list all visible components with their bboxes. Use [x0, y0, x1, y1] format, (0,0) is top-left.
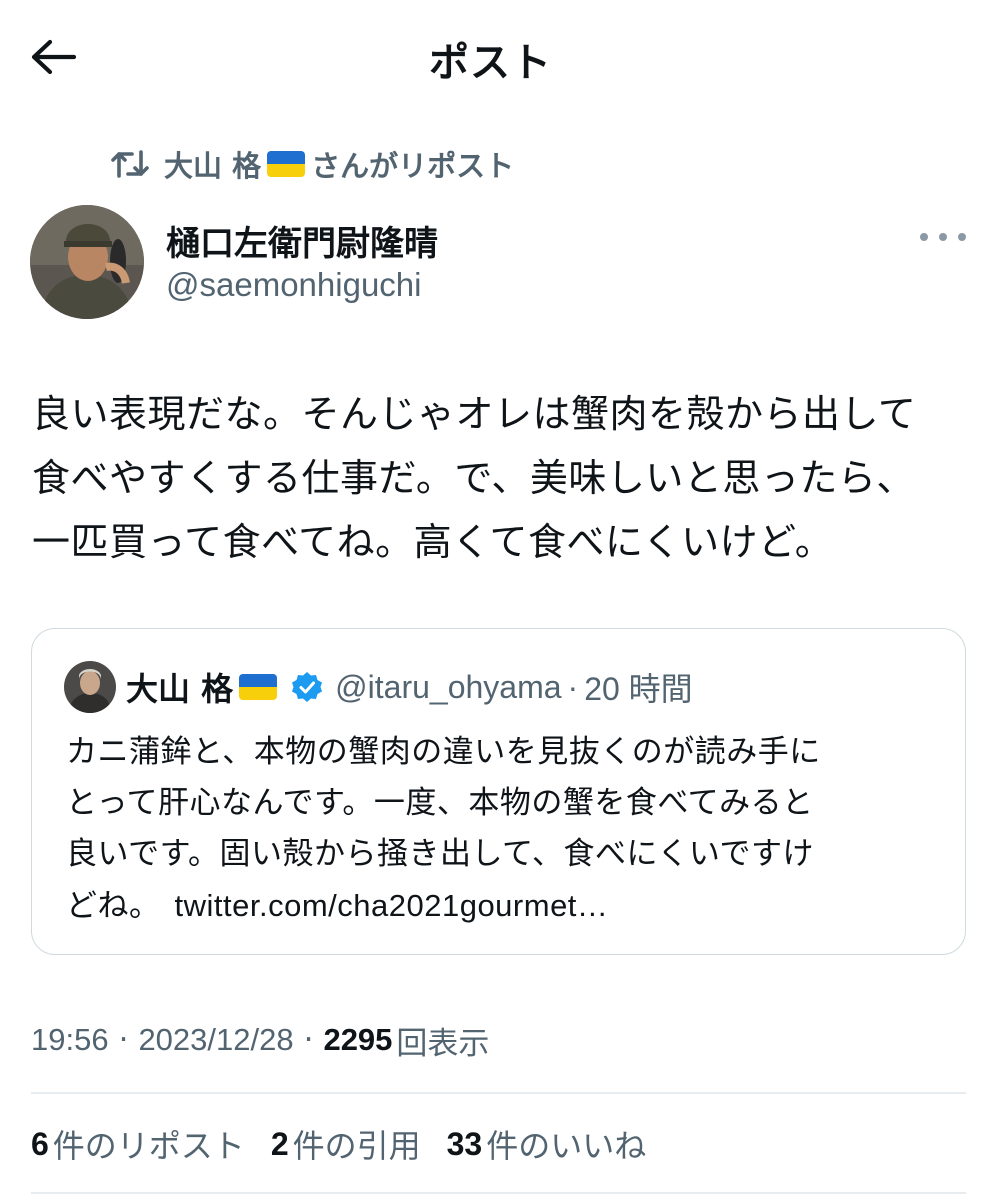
quote-text-line: とって肝心なんです。一度、本物の蟹を食べてみると — [66, 785, 814, 821]
quote-avatar — [64, 661, 116, 713]
quote-header: 大山 格 @itaru_ohyama · 20 時間 — [126, 665, 693, 709]
quotes-count: 2 — [270, 1125, 289, 1162]
quote-text-line: カニ蒲鉾と、本物の蟹肉の違いを見抜くのが読み手に — [66, 734, 821, 770]
tweet-text: 良い表現だな。そんじゃオレは蟹肉を殻から出して 食べやすくする仕事だ。で、美味し… — [32, 382, 967, 574]
engagement-stats: 6 件のリポスト 2 件の引用 33 件のいいね — [31, 1120, 672, 1168]
top-bar: ポスト — [0, 0, 981, 115]
views-label: 回表示 — [396, 1025, 490, 1062]
quote-author-handle: @itaru_ohyama — [335, 668, 562, 705]
tweet-meta: 19:56 · 2023/12/28 · 2295 回表示 — [31, 1016, 489, 1064]
divider — [31, 1192, 966, 1194]
post-date[interactable]: 2023/12/28 — [138, 1022, 293, 1058]
repost-icon — [111, 150, 149, 178]
quoted-tweet-card[interactable]: 大山 格 @itaru_ohyama · 20 時間 カニ蒲鉾と、本物の蟹肉の違… — [31, 628, 966, 955]
repost-suffix: さんがリポスト — [311, 149, 515, 183]
quote-timestamp: 20 時間 — [584, 671, 693, 707]
quote-text-line-last: どね。 twitter.com/cha2021gourmet… — [66, 880, 821, 932]
author-name[interactable]: 樋口左衛門尉隆晴 — [166, 216, 438, 265]
reposter-name: 大山 格 — [164, 149, 262, 183]
quote-text-line: 良いです。固い殻から掻き出して、食べにくいですけ — [66, 836, 814, 872]
author-handle[interactable]: @saemonhiguchi — [166, 266, 421, 304]
more-horizontal-icon — [958, 233, 966, 241]
likes-label: 件のいいね — [486, 1127, 647, 1165]
ukraine-flag-icon — [267, 151, 306, 177]
quote-avatar-photo — [64, 661, 116, 713]
tweet-text-line: 一匹買って食べてね。高くて食べにくいけど。 — [32, 520, 834, 564]
reposts-count: 6 — [31, 1125, 49, 1162]
tweet-text-line: 食べやすくする仕事だ。で、美味しいと思ったら、 — [32, 456, 915, 500]
ukraine-flag-icon — [239, 674, 278, 700]
quotes-stat[interactable]: 2 件の引用 — [271, 1121, 421, 1167]
tweet-text-line: 良い表現だな。そんじゃオレは蟹肉を殻から出して — [32, 392, 917, 436]
repost-context[interactable]: 大山 格 さんがリポスト — [110, 144, 514, 184]
verified-badge-icon — [292, 672, 323, 702]
more-horizontal-icon — [920, 233, 928, 241]
meta-separator: · — [118, 1022, 129, 1058]
reposts-stat[interactable]: 6 件のリポスト — [31, 1121, 245, 1167]
author-avatar[interactable] — [30, 205, 144, 319]
avatar-photo — [30, 205, 144, 319]
quote-text-end: どね。 — [66, 888, 161, 924]
divider — [31, 1092, 966, 1094]
reposts-label: 件のリポスト — [52, 1127, 245, 1165]
likes-count: 33 — [446, 1125, 483, 1162]
likes-stat[interactable]: 33 件のいいね — [447, 1121, 647, 1167]
post-time[interactable]: 19:56 — [31, 1022, 109, 1058]
more-horizontal-icon — [939, 233, 947, 241]
page-title: ポスト — [429, 40, 552, 86]
quote-text: カニ蒲鉾と、本物の蟹肉の違いを見抜くのが読み手に とって肝心なんです。一度、本物… — [66, 727, 821, 932]
quote-author-name: 大山 格 — [126, 670, 234, 708]
quote-separator: · — [567, 668, 579, 705]
quotes-label: 件の引用 — [292, 1127, 421, 1165]
views-count[interactable]: 2295 — [323, 1022, 392, 1058]
more-options-button[interactable] — [920, 222, 966, 252]
quote-link[interactable]: twitter.com/cha2021gourmet… — [175, 888, 609, 923]
meta-separator: · — [303, 1022, 314, 1058]
